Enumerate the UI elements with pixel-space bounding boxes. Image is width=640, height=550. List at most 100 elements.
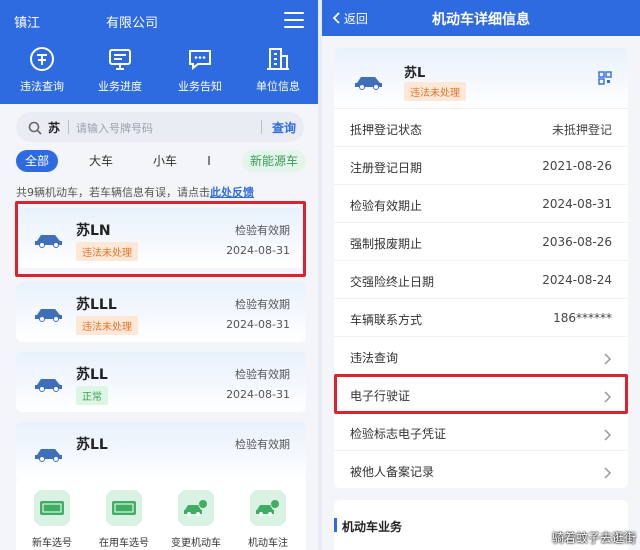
plate-number: 苏L [404, 66, 426, 81]
row-value: 186****** [553, 311, 612, 325]
quick-unit-info[interactable]: 单位信息 [246, 44, 310, 94]
filing-records-row[interactable]: 被他人备案记录 [334, 450, 628, 488]
plate-number: 苏LL [76, 437, 108, 453]
business-shortcuts: 新车选号 在用车选号 变更机动车 机动车注 [16, 478, 306, 550]
inspection-expiry-row: 检验有效期止 2024-08-31 [334, 184, 628, 222]
filter-new-energy[interactable]: 新能源车 [242, 150, 306, 172]
plate-number: 苏LL [76, 367, 108, 383]
filter-small[interactable]: 小车 [144, 150, 186, 172]
vehicle-card[interactable]: 苏LL 正常 检验有效期 2024-08-31 [16, 352, 306, 412]
monitor-icon [88, 44, 152, 74]
mortgage-status-row: 抵押登记状态 未抵押登记 [334, 108, 628, 146]
row-label: 检验有效期止 [350, 199, 423, 213]
row-value: 2036-08-26 [542, 235, 612, 249]
shortcut-label: 机动车注 [248, 538, 288, 549]
search-icon [28, 120, 42, 139]
chevron-right-icon [604, 464, 612, 483]
top-bar: 返回 机动车详细信息 [322, 0, 640, 36]
qr-code-icon[interactable] [598, 70, 612, 89]
plate-search-bar: 苏 请输入号牌号码 查询 [16, 112, 304, 142]
status-badge: 正常 [76, 386, 108, 405]
filter-separator: I [207, 154, 211, 168]
quick-label: 违法查询 [20, 80, 64, 93]
row-value: 2021-08-26 [542, 159, 612, 173]
scrap-deadline-row: 强制报废期止 2036-08-26 [334, 222, 628, 260]
vehicle-list-screen: 镇江 有限公司 违法查询 业务进度 业务告知 单位信息 苏 请输入号牌号码 查询… [0, 0, 318, 550]
info-text: 共9辆机动车，若车辆信息有误，请点击 [16, 186, 210, 199]
row-label: 注册登记日期 [350, 161, 423, 175]
change-vehicle[interactable]: 变更机动车 [166, 490, 226, 549]
car-icon [354, 74, 384, 94]
province-select[interactable]: 苏 [48, 119, 60, 136]
new-car-plate-selection[interactable]: 新车选号 [22, 490, 82, 549]
filter-all[interactable]: 全部 [16, 150, 58, 172]
row-label: 被他人备案记录 [350, 465, 435, 479]
shortcut-label: 变更机动车 [171, 538, 221, 549]
feedback-link[interactable]: 此处反馈 [210, 186, 254, 199]
vehicle-deregistration[interactable]: 机动车注 [238, 490, 298, 549]
vehicle-detail-screen: 返回 机动车详细信息 苏L 违法未处理 抵押登记状态 未抵押登记 注册登记日期 … [322, 0, 640, 550]
row-value: 2024-08-24 [542, 273, 612, 287]
vehicle-count-info: 共9辆机动车，若车辆信息有误，请点击此处反馈 [16, 184, 254, 200]
inspection-date: 2024-08-31 [226, 318, 290, 331]
building-icon [246, 44, 310, 74]
separator [261, 120, 262, 134]
row-value: 未抵押登记 [551, 123, 612, 137]
search-button[interactable]: 查询 [272, 119, 296, 136]
row-label: 抵押登记状态 [350, 123, 423, 137]
vehicle-card[interactable]: 苏LLL 违法未处理 检验有效期 2024-08-31 [16, 282, 306, 342]
filter-large[interactable]: 大车 [80, 150, 122, 172]
watermark: 骑着蚊子去逛街 [551, 531, 636, 545]
quick-label: 单位信息 [256, 80, 300, 93]
in-use-plate-selection[interactable]: 在用车选号 [94, 490, 154, 549]
section-title: 机动车业务 [342, 520, 403, 534]
quick-violation-query[interactable]: 违法查询 [10, 44, 74, 94]
inspection-e-cert-row[interactable]: 检验标志电子凭证 [334, 412, 628, 450]
highlight-box [334, 374, 628, 414]
contact-row: 车辆联系方式 186****** [334, 298, 628, 336]
vehicle-phone-icon [178, 490, 214, 526]
vehicle-summary: 苏L 违法未处理 [334, 48, 628, 108]
city-label: 镇江 [14, 16, 41, 31]
violation-query-row[interactable]: 违法查询 [334, 336, 628, 374]
shortcut-label: 在用车选号 [99, 538, 149, 549]
quick-business-notice[interactable]: 业务告知 [168, 44, 232, 94]
section-accent [334, 518, 337, 532]
plate-search-input[interactable]: 请输入号牌号码 [76, 120, 153, 136]
inspection-date: 2024-08-31 [226, 388, 290, 401]
quick-business-progress[interactable]: 业务进度 [88, 44, 152, 94]
plate-number-icon [106, 490, 142, 526]
row-label: 交强险终止日期 [350, 275, 435, 289]
message-icon [168, 44, 232, 74]
inspection-label: 检验有效期 [235, 438, 290, 451]
row-label: 车辆联系方式 [350, 313, 423, 327]
company-name: 有限公司 [106, 16, 159, 31]
quick-label: 业务进度 [98, 80, 142, 93]
row-label: 检验标志电子凭证 [350, 427, 447, 441]
chevron-right-icon [604, 426, 612, 445]
vehicle-location-icon [250, 490, 286, 526]
row-value: 2024-08-31 [542, 197, 612, 211]
inspection-label: 检验有效期 [235, 368, 290, 381]
status-badge: 违法未处理 [404, 82, 466, 101]
plate-number: 苏LLL [76, 297, 117, 313]
status-badge: 违法未处理 [76, 316, 138, 335]
shortcut-label: 新车选号 [32, 538, 72, 549]
chevron-right-icon [604, 350, 612, 369]
row-label: 强制报废期止 [350, 237, 423, 251]
vehicle-filter-tabs: 全部 大车 小车 I 新能源车 [16, 150, 308, 172]
page-title: 机动车详细信息 [432, 12, 530, 28]
insurance-end-row: 交强险终止日期 2024-08-24 [334, 260, 628, 298]
vehicle-detail-card: 苏L 违法未处理 抵押登记状态 未抵押登记 注册登记日期 2021-08-26 … [334, 48, 628, 488]
highlight-box [15, 201, 306, 277]
traffic-violation-icon [10, 44, 74, 74]
separator [68, 120, 69, 134]
inspection-label: 检验有效期 [235, 298, 290, 311]
row-label: 违法查询 [350, 351, 399, 365]
top-bar: 镇江 有限公司 违法查询 业务进度 业务告知 单位信息 [0, 0, 318, 104]
new-plate-icon [34, 490, 70, 526]
quick-label: 业务告知 [178, 80, 222, 93]
car-icon [34, 446, 64, 466]
vehicle-card[interactable]: 苏LL 检验有效期 [16, 422, 306, 482]
menu-icon[interactable] [284, 12, 304, 28]
